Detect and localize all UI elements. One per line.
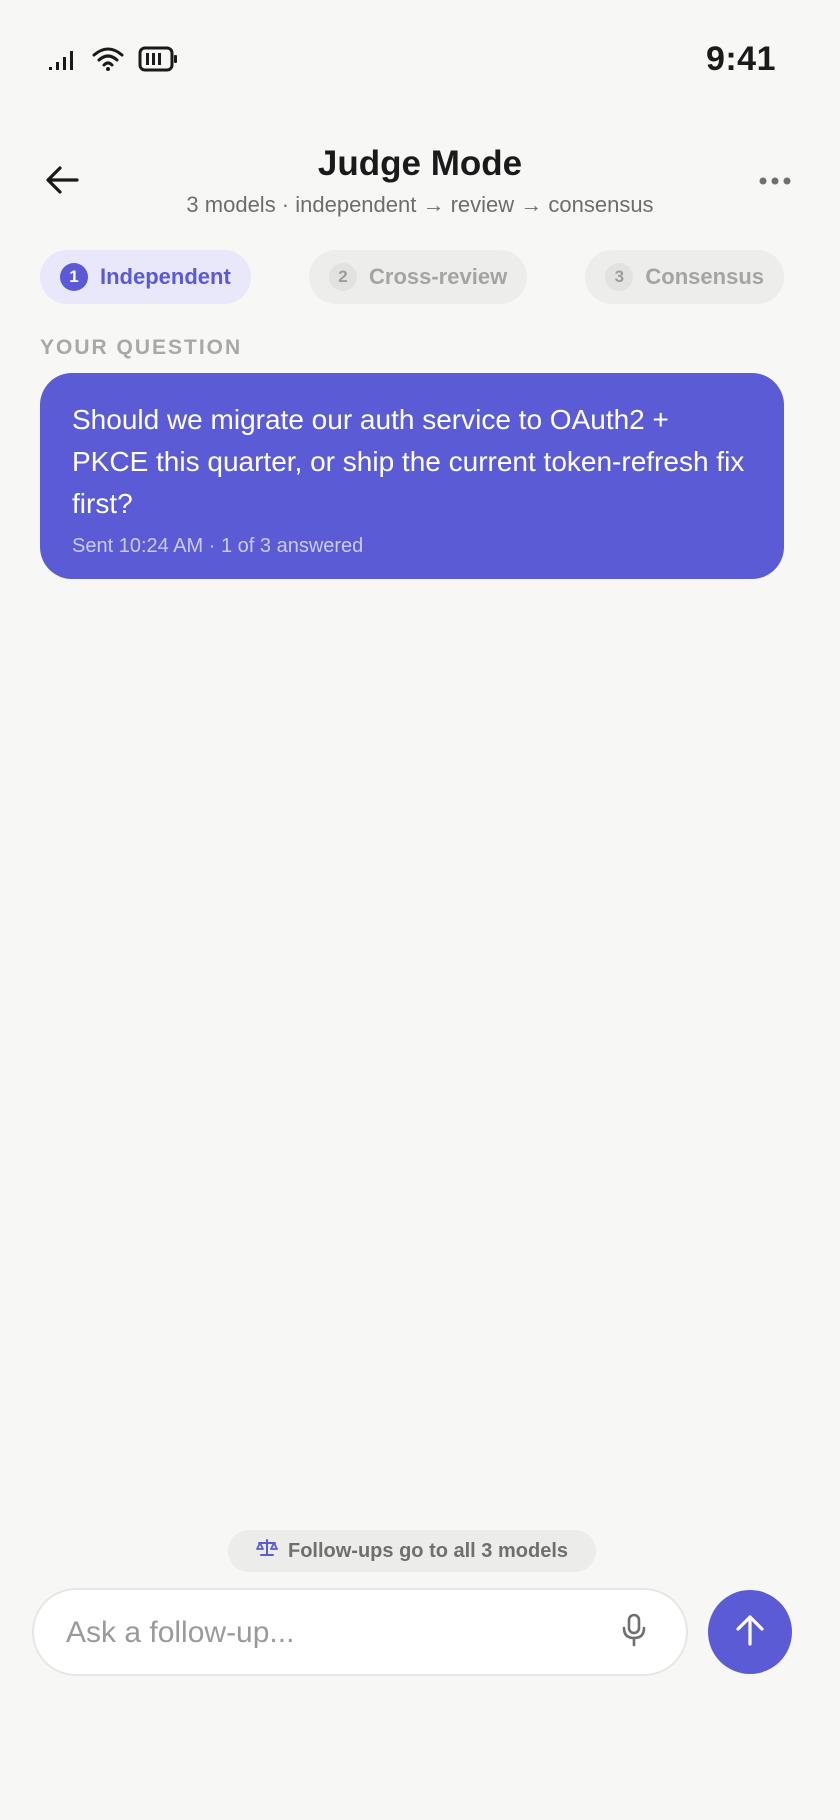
back-button[interactable] [40,160,84,204]
status-bar: 9:41 [0,0,840,120]
step-label: Consensus [645,264,764,289]
title-block: Judge Mode 3 models · independent → revi… [140,144,700,218]
scale-icon [256,1538,278,1564]
stage-stepper: 1 Independent 2 Cross-review 3 Consensus [40,250,784,304]
arrow-left-icon [45,165,79,200]
wifi-icon [92,46,124,77]
step-label: Independent [100,264,231,289]
arrow-up-icon [735,1614,765,1651]
step-consensus[interactable]: 3 Consensus [585,250,784,304]
page-subtitle: 3 models · independent → review → consen… [186,192,654,218]
more-horizontal-icon [758,173,792,191]
composer [32,1588,688,1676]
status-time: 9:41 [705,40,776,78]
signal-icon [48,47,78,76]
followup-note: Follow-ups go to all 3 models [228,1530,596,1572]
step-number: 2 [329,263,357,291]
step-number: 1 [60,263,88,291]
battery-icon [138,46,178,77]
step-cross-review[interactable]: 2 Cross-review [309,250,528,304]
followup-input[interactable] [64,1590,608,1676]
step-independent[interactable]: 1 Independent [40,250,251,304]
mic-icon [621,1613,647,1652]
step-number: 3 [605,263,634,291]
step-label: Cross-review [369,264,508,289]
mic-button[interactable] [612,1610,656,1654]
page-title: Judge Mode [317,144,523,183]
status-icons [48,46,178,77]
header: Judge Mode 3 models · independent → revi… [0,140,840,230]
question-text: Should we migrate our auth service to OA… [72,404,745,519]
send-button[interactable] [708,1590,792,1674]
more-button[interactable] [750,160,800,204]
question-meta: Sent 10:24 AM · 1 of 3 answered [72,535,364,557]
question-bubble: Should we migrate our auth service to OA… [40,373,784,579]
followup-note-text: Follow-ups go to all 3 models [287,1539,568,1562]
section-label-question: YOUR QUESTION [40,336,243,359]
